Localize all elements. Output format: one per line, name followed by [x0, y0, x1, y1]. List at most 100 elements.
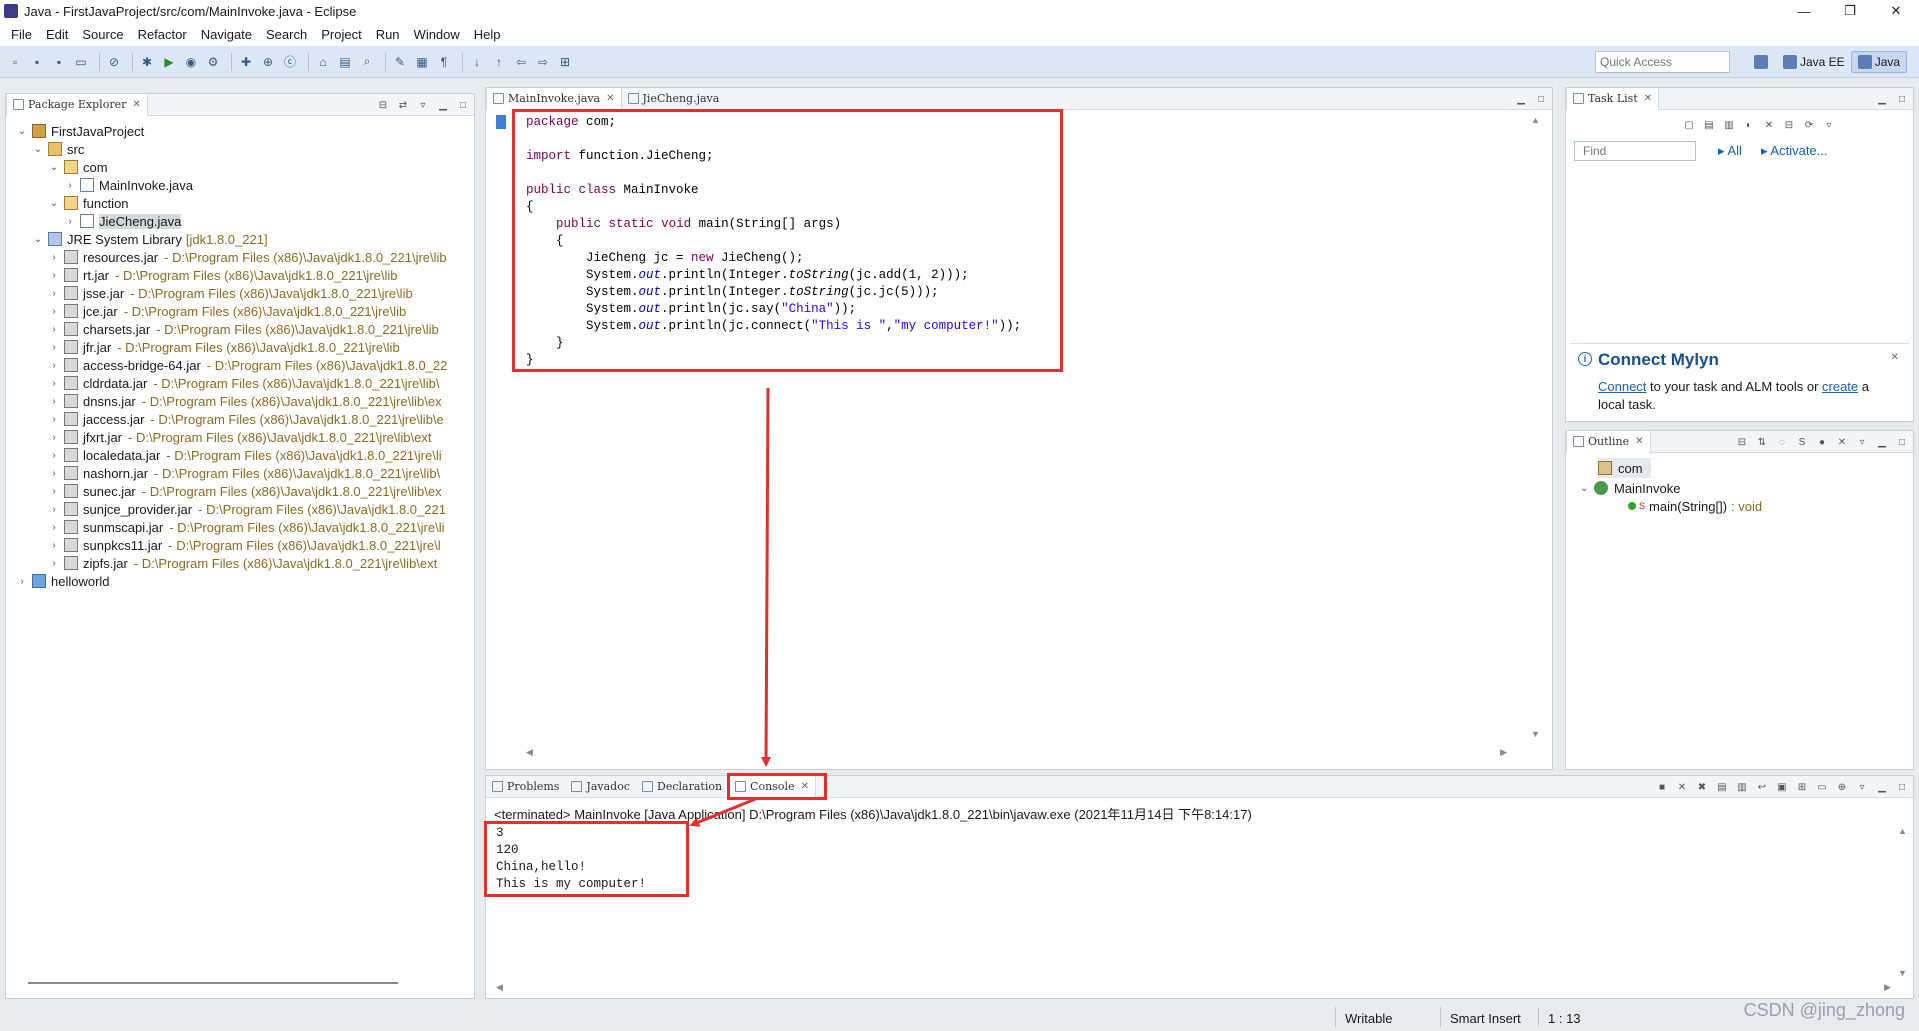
hide-completed-icon[interactable]: ◐ — [1742, 118, 1756, 132]
collapse-all-icon[interactable]: ⊟ — [376, 98, 390, 112]
menu-project[interactable]: Project — [314, 27, 368, 42]
word-wrap-icon[interactable]: ↩ — [1755, 780, 1769, 794]
print-icon[interactable]: ▭ — [72, 53, 90, 71]
chevron-right-icon[interactable]: › — [48, 432, 60, 443]
minimize-button[interactable]: — — [1781, 0, 1827, 22]
open-console-icon[interactable]: ⊕ — [1835, 780, 1849, 794]
tree-item[interactable]: › jaccess.jar - D:\Program Files (x86)\Jav… — [6, 409, 474, 429]
tree-item[interactable]: ⌄ FirstJavaProject — [6, 121, 474, 141]
hide-static-icon[interactable]: S — [1795, 435, 1809, 449]
view-menu-icon[interactable]: ▿ — [416, 98, 430, 112]
scroll-up-icon[interactable]: ▲ — [1531, 115, 1540, 125]
chevron-right-icon[interactable]: › — [48, 306, 60, 317]
tree-item[interactable]: › nashorn.jar - D:\Program Files (x86)\Jav… — [6, 463, 474, 483]
close-icon[interactable]: ✕ — [132, 99, 140, 110]
outline-item-method[interactable]: S main(String[]) : void — [1628, 496, 1762, 516]
minimize-view-icon[interactable]: ▁ — [1514, 92, 1528, 106]
chevron-right-icon[interactable]: › — [64, 216, 76, 227]
toggle-mark-occurrences-icon[interactable]: ✎ — [391, 53, 409, 71]
skip-breakpoints-icon[interactable]: ⊘ — [105, 53, 123, 71]
new-package-icon[interactable]: ⊕ — [259, 53, 277, 71]
open-type-icon[interactable]: ⌂ — [314, 53, 332, 71]
tree-item[interactable]: › jce.jar - D:\Program Files (x86)\Java\jd… — [6, 301, 474, 321]
scroll-down-icon[interactable]: ▼ — [1898, 968, 1907, 978]
scroll-lock-icon[interactable]: ▥ — [1735, 780, 1749, 794]
menu-file[interactable]: File — [4, 27, 39, 42]
tree-item[interactable]: › charsets.jar - D:\Program Files (x86)\Ja… — [6, 319, 474, 339]
maximize-view-icon[interactable]: □ — [1895, 92, 1909, 106]
tab-javadoc[interactable]: Javadoc — [565, 776, 636, 798]
tree-item[interactable]: › jfr.jar - D:\Program Files (x86)\Java\jd… — [6, 337, 474, 357]
chevron-right-icon[interactable]: › — [16, 576, 28, 587]
close-icon[interactable]: ✕ — [1644, 93, 1652, 104]
tree-item[interactable]: › sunjce_provider.jar - D:\Program Files (… — [6, 499, 474, 519]
run-icon[interactable]: ▶ — [160, 53, 178, 71]
chevron-right-icon[interactable]: › — [48, 486, 60, 497]
chevron-right-icon[interactable]: › — [48, 450, 60, 461]
next-annotation-icon[interactable]: ↓ — [468, 53, 486, 71]
close-icon[interactable]: ✕ — [1635, 436, 1643, 447]
outline-item-class[interactable]: ⌄ MainInvoke — [1580, 478, 1680, 498]
menu-source[interactable]: Source — [75, 27, 130, 42]
link-with-editor-icon[interactable]: ⇄ — [396, 98, 410, 112]
new-task-icon[interactable]: ▢ — [1682, 118, 1696, 132]
menu-run[interactable]: Run — [369, 27, 407, 42]
chevron-right-icon[interactable]: › — [48, 360, 60, 371]
scroll-up-icon[interactable]: ▲ — [1898, 826, 1907, 836]
chevron-down-icon[interactable]: ⌄ — [16, 126, 28, 137]
tree-item[interactable]: › MainInvoke.java — [6, 175, 474, 195]
chevron-right-icon[interactable]: › — [48, 378, 60, 389]
maximize-view-icon[interactable]: □ — [1895, 780, 1909, 794]
save-all-icon[interactable]: ▪ — [50, 53, 68, 71]
tree-item[interactable]: › dnsns.jar - D:\Program Files (x86)\Java\… — [6, 391, 474, 411]
tab-declaration[interactable]: Declaration — [636, 776, 728, 798]
minimize-view-icon[interactable]: ▁ — [1875, 92, 1889, 106]
tree-item[interactable]: › cldrdata.jar - D:\Program Files (x86)\Ja… — [6, 373, 474, 393]
tab-outline[interactable]: Outline ✕ — [1566, 430, 1651, 453]
chevron-down-icon[interactable]: ⌄ — [1580, 483, 1594, 494]
close-icon[interactable]: ✕ — [606, 93, 614, 104]
open-task-icon[interactable]: ▤ — [336, 53, 354, 71]
chevron-right-icon[interactable]: › — [48, 504, 60, 515]
collapse-all-icon[interactable]: ⊟ — [1782, 118, 1796, 132]
minimize-view-icon[interactable]: ▁ — [436, 98, 450, 112]
menu-refactor[interactable]: Refactor — [131, 27, 194, 42]
minimize-view-icon[interactable]: ▁ — [1875, 435, 1889, 449]
tree-item[interactable]: › access-bridge-64.jar - D:\Program Files … — [6, 355, 474, 375]
view-menu-icon[interactable]: ▿ — [1822, 118, 1836, 132]
tree-item[interactable]: ⌄ JRE System Library [jdk1.8.0_221] — [6, 229, 474, 249]
hide-non-public-icon[interactable]: ● — [1815, 435, 1829, 449]
maximize-view-icon[interactable]: □ — [1534, 92, 1548, 106]
tree-item[interactable]: › sunpkcs11.jar - D:\Program Files (x86)\J… — [6, 535, 474, 555]
previous-annotation-icon[interactable]: ↑ — [490, 53, 508, 71]
perspective-java-ee[interactable]: Java EE — [1777, 51, 1851, 73]
chevron-right-icon[interactable]: › — [48, 468, 60, 479]
restore-button[interactable]: ❐ — [1827, 0, 1873, 22]
chevron-right-icon[interactable]: › — [48, 270, 60, 281]
display-console-icon[interactable]: ▭ — [1815, 780, 1829, 794]
maximize-view-icon[interactable]: □ — [456, 98, 470, 112]
chevron-down-icon[interactable]: ⌄ — [32, 234, 44, 245]
tree-item[interactable]: › resources.jar - D:\Program Files (x86)\J… — [6, 247, 474, 267]
sort-icon[interactable]: ⇅ — [1755, 435, 1769, 449]
task-filter-all[interactable]: ▸ All — [1718, 143, 1742, 159]
tree-item[interactable]: › helloworld — [6, 571, 474, 591]
scheduled-icon[interactable]: ▥ — [1722, 118, 1736, 132]
tree-item[interactable]: › zipfs.jar - D:\Program Files (x86)\Java\… — [6, 553, 474, 573]
chevron-right-icon[interactable]: › — [48, 396, 60, 407]
chevron-right-icon[interactable]: › — [48, 558, 60, 569]
chevron-right-icon[interactable]: › — [48, 252, 60, 263]
tree-item[interactable]: › rt.jar - D:\Program Files (x86)\Java\jdk… — [6, 265, 474, 285]
back-icon[interactable]: ⇦ — [512, 53, 530, 71]
vertical-scrollbar[interactable]: ▲ ▼ — [1530, 115, 1540, 739]
outline-item-imports[interactable]: com — [1598, 458, 1651, 478]
chevron-right-icon[interactable]: › — [48, 342, 60, 353]
view-menu-icon[interactable]: ▿ — [1855, 780, 1869, 794]
remove-all-launches-icon[interactable]: ✖ — [1695, 780, 1709, 794]
chevron-right-icon[interactable]: › — [48, 288, 60, 299]
scroll-down-icon[interactable]: ▼ — [1531, 729, 1540, 739]
show-whitespace-icon[interactable]: ¶ — [435, 53, 453, 71]
tab-package-explorer[interactable]: Package Explorer ✕ — [6, 93, 148, 116]
create-link[interactable]: create — [1822, 379, 1858, 394]
new-class-icon[interactable]: ⓒ — [281, 53, 299, 71]
